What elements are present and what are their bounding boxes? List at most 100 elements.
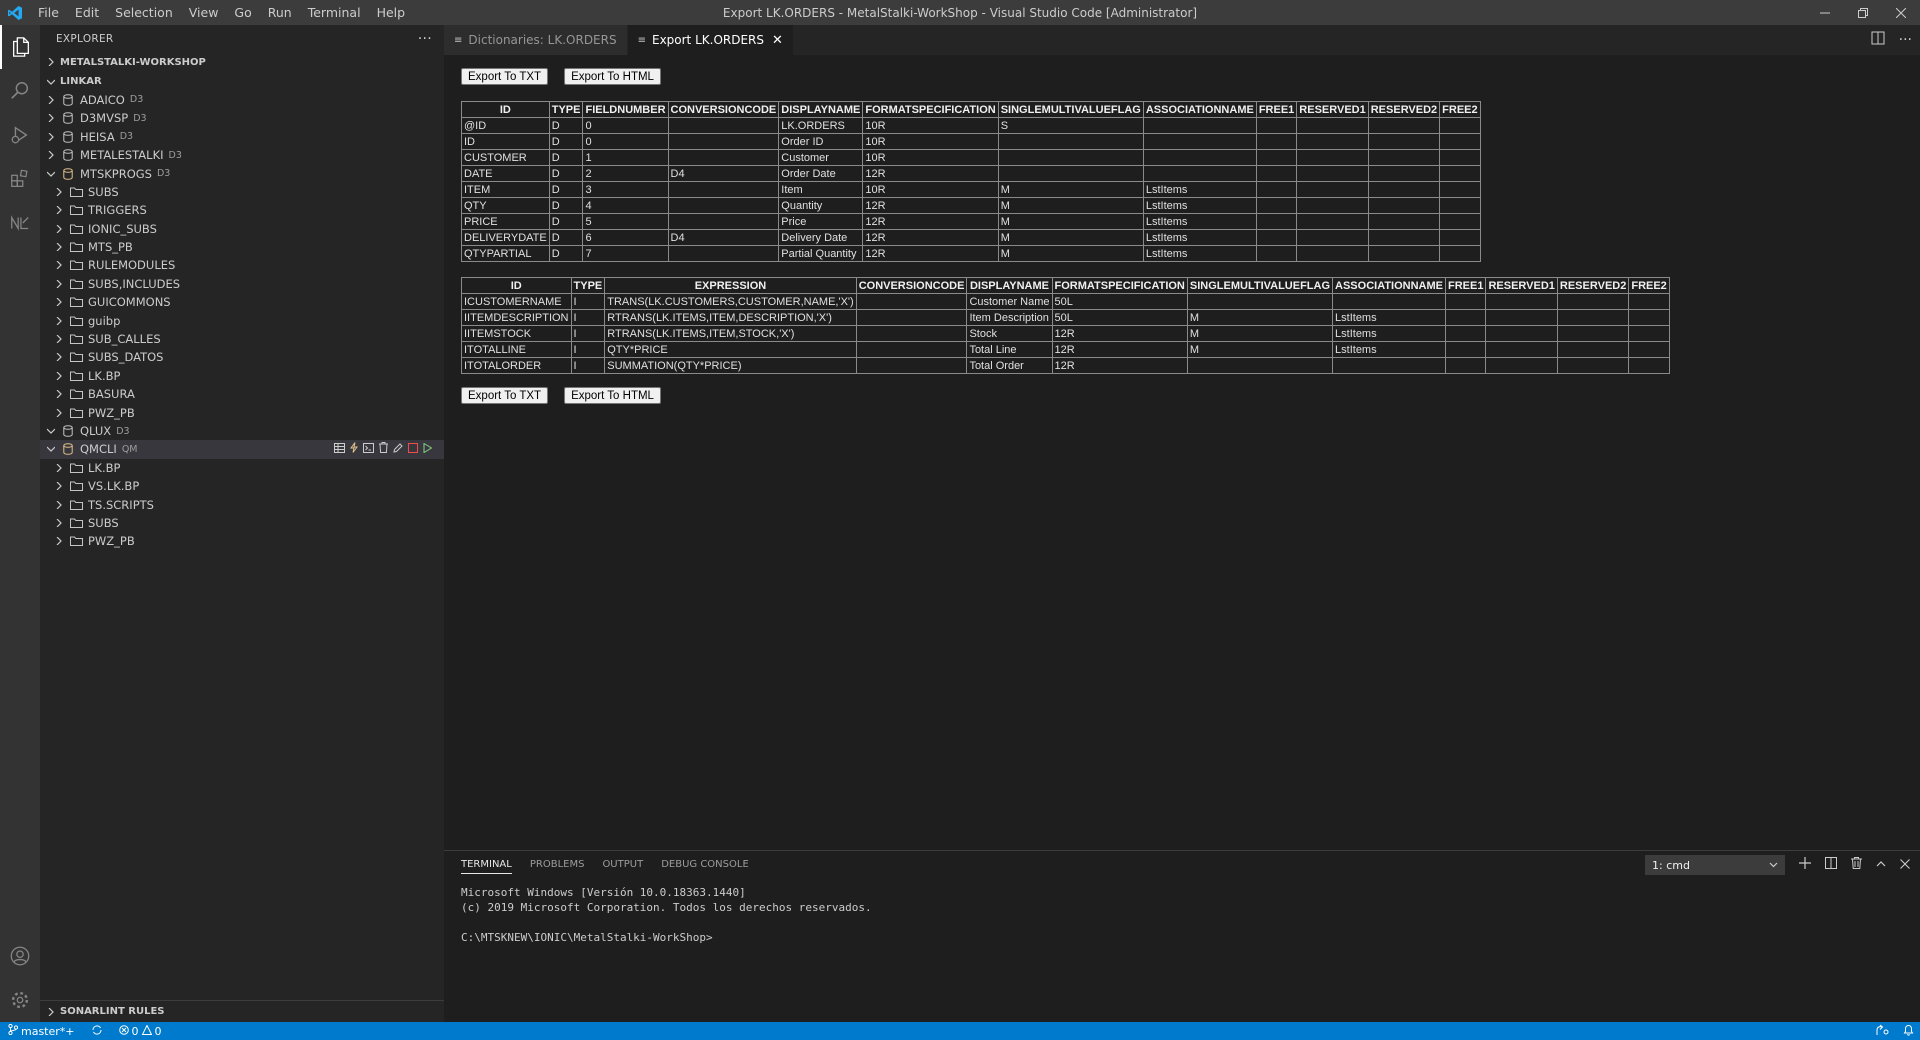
column-header: DISPLAYNAME	[778, 101, 864, 118]
tree-folder-pwz-pb[interactable]: PWZ_PB	[40, 532, 444, 550]
export-txt-button-bottom[interactable]: Export To TXT	[461, 387, 549, 404]
export-html-button-bottom[interactable]: Export To HTML	[564, 387, 661, 404]
search-icon[interactable]	[0, 69, 40, 113]
table-cell: 12R	[862, 197, 999, 214]
edit-pencil-icon[interactable]	[393, 442, 403, 456]
notifications-bell-icon[interactable]	[1903, 1024, 1914, 1039]
terminal-output[interactable]: Microsoft Windows [Versión 10.0.18363.14…	[461, 885, 872, 945]
tree-folder-subs[interactable]: SUBS	[40, 514, 444, 532]
branch-indicator[interactable]: master*+	[0, 1023, 83, 1038]
tree-db-d3mvsp[interactable]: D3MVSP D3	[40, 109, 444, 127]
more-actions-icon[interactable]: ···	[1899, 32, 1912, 48]
table-cell: 7	[582, 245, 669, 262]
tree-item-label: TS.SCRIPTS	[88, 497, 154, 512]
run-debug-icon[interactable]	[0, 113, 40, 157]
folder-icon	[68, 518, 84, 528]
tree-folder-subs-includes[interactable]: SUBS,INCLUDES	[40, 275, 444, 293]
tree-folder-triggers[interactable]: TRIGGERS	[40, 201, 444, 219]
tab-dictionaries[interactable]: ≡ Dictionaries: LK.ORDERS	[444, 25, 628, 55]
live-share-icon[interactable]	[1876, 1024, 1889, 1039]
tree-folder-rulemodules[interactable]: RULEMODULES	[40, 256, 444, 274]
tree-folder-mts-pb[interactable]: MTS_PB	[40, 238, 444, 256]
menu-edit[interactable]: Edit	[67, 0, 107, 25]
tree-folder-ts-scripts[interactable]: TS.SCRIPTS	[40, 495, 444, 513]
close-window-icon[interactable]	[1882, 0, 1920, 25]
trash-icon[interactable]	[379, 442, 388, 456]
tree-folder-guibp[interactable]: guibp	[40, 311, 444, 329]
export-html-button[interactable]: Export To HTML	[564, 68, 661, 85]
close-tab-icon[interactable]: ✕	[772, 33, 783, 48]
table-cell: M	[1186, 341, 1334, 358]
section-workspace[interactable]: METALSTALKI-WORKSHOP	[40, 53, 444, 71]
tree-db-mtskprogs[interactable]: MTSKPROGS D3	[40, 164, 444, 182]
menu-view[interactable]: View	[181, 0, 227, 25]
table-cell	[1439, 133, 1481, 150]
table-cell	[1628, 293, 1670, 310]
menu-selection[interactable]: Selection	[107, 0, 181, 25]
table-cell	[855, 309, 968, 326]
restore-icon[interactable]	[1844, 0, 1882, 25]
menu-file[interactable]: File	[30, 0, 67, 25]
menu-run[interactable]: Run	[260, 0, 300, 25]
explorer-icon[interactable]	[0, 25, 40, 69]
tree-folder-sub-calles[interactable]: SUB_CALLES	[40, 330, 444, 348]
settings-gear-icon[interactable]	[0, 978, 40, 1022]
database-icon	[60, 149, 76, 161]
table-row: ITEM D 3 Item 10R M LstItems	[461, 181, 1481, 198]
linkar-icon[interactable]	[0, 201, 40, 245]
tab-debug-console[interactable]: DEBUG CONSOLE	[661, 859, 749, 874]
section-sonarlint[interactable]: SONARLINT RULES	[40, 1000, 444, 1022]
tab-problems[interactable]: PROBLEMS	[530, 859, 585, 874]
tree-item-label: guibp	[88, 313, 121, 328]
terminal-select[interactable]: 1: cmd	[1645, 855, 1785, 875]
tree-db-adaico[interactable]: ADAICO D3	[40, 91, 444, 109]
tree-db-heisa[interactable]: HEISA D3	[40, 128, 444, 146]
problems-indicator[interactable]: 0 0	[111, 1023, 170, 1038]
split-editor-icon[interactable]	[1871, 31, 1885, 49]
table-cell	[997, 165, 1144, 182]
more-actions-icon[interactable]: ···	[418, 31, 432, 47]
tree-folder-ionic-subs[interactable]: IONIC_SUBS	[40, 220, 444, 238]
tree-item-label: VS.LK.BP	[88, 479, 140, 494]
tree-folder-subs[interactable]: SUBS	[40, 183, 444, 201]
new-terminal-icon[interactable]	[1799, 857, 1811, 873]
tab-terminal[interactable]: TERMINAL	[461, 859, 512, 874]
table-cell	[1186, 357, 1334, 374]
trash-icon[interactable]	[1851, 857, 1862, 873]
lightning-icon[interactable]	[350, 442, 358, 456]
tree-folder-lk-bp[interactable]: LK.BP	[40, 367, 444, 385]
table-cell: Delivery Date	[778, 229, 864, 246]
tab-output[interactable]: OUTPUT	[602, 859, 643, 874]
tree-db-qmcli[interactable]: QMCLI QM	[40, 440, 444, 459]
split-terminal-icon[interactable]	[1825, 857, 1837, 873]
menu-terminal[interactable]: Terminal	[300, 0, 369, 25]
minimize-icon[interactable]	[1806, 0, 1844, 25]
table-icon[interactable]	[334, 442, 345, 456]
run-icon[interactable]	[423, 442, 433, 456]
close-panel-icon[interactable]	[1900, 858, 1910, 873]
sync-indicator[interactable]	[83, 1024, 111, 1038]
accounts-icon[interactable]	[0, 934, 40, 978]
tree-db-qlux[interactable]: QLUX D3	[40, 422, 444, 440]
tree-db-metalestalki[interactable]: METALESTALKI D3	[40, 146, 444, 164]
tree-folder-subs-datos[interactable]: SUBS_DATOS	[40, 348, 444, 366]
menu-go[interactable]: Go	[226, 0, 259, 25]
extensions-icon[interactable]	[0, 157, 40, 201]
export-txt-button[interactable]: Export To TXT	[461, 68, 549, 85]
tree-folder-vs-lk-bp[interactable]: VS.LK.BP	[40, 477, 444, 495]
tree-folder-basura[interactable]: BASURA	[40, 385, 444, 403]
tab-export[interactable]: ≡ Export LK.ORDERS ✕	[627, 25, 794, 55]
tree-folder-lk-bp[interactable]: LK.BP	[40, 459, 444, 477]
terminal-icon[interactable]	[363, 442, 374, 456]
menu-help[interactable]: Help	[369, 0, 414, 25]
table-cell: Customer Name	[966, 293, 1053, 310]
stop-icon[interactable]	[408, 442, 418, 456]
section-linkar[interactable]: LINKAR	[40, 72, 444, 90]
tree-folder-pwz-pb[interactable]: PWZ_PB	[40, 403, 444, 421]
database-icon	[60, 130, 76, 143]
table-cell	[1255, 213, 1298, 230]
table-cell	[1367, 213, 1441, 230]
maximize-panel-icon[interactable]	[1876, 858, 1886, 873]
table-cell	[1439, 181, 1481, 198]
tree-folder-guicommons[interactable]: GUICOMMONS	[40, 293, 444, 311]
